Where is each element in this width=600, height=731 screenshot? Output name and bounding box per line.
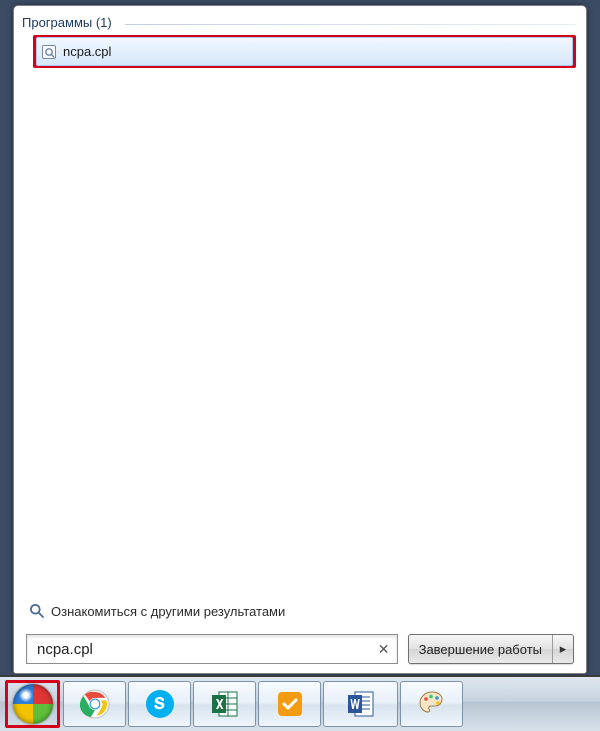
search-result-label: ncpa.cpl — [63, 44, 111, 59]
skype-icon — [144, 688, 176, 720]
start-menu-footer: ✕ Завершение работы ▸ — [26, 632, 574, 666]
chrome-button[interactable] — [63, 681, 126, 727]
search-result-ncpa[interactable]: ncpa.cpl — [33, 35, 576, 68]
search-input[interactable] — [35, 640, 375, 659]
search-box[interactable]: ✕ — [26, 634, 398, 664]
skype-button[interactable] — [128, 681, 191, 727]
shutdown-menu-arrow[interactable]: ▸ — [552, 635, 573, 663]
paint-icon — [416, 688, 448, 720]
excel-button[interactable] — [193, 681, 256, 727]
word-icon — [345, 688, 377, 720]
taskbar — [0, 675, 600, 731]
more-results-link[interactable]: Ознакомиться с другими результатами — [29, 603, 285, 619]
windows-orb-icon — [13, 684, 53, 724]
chrome-icon — [79, 688, 111, 720]
search-icon — [29, 603, 45, 619]
start-button-highlight — [5, 680, 60, 728]
more-results-label: Ознакомиться с другими результатами — [51, 604, 285, 619]
shutdown-button[interactable]: Завершение работы ▸ — [408, 634, 574, 664]
shutdown-label: Завершение работы — [409, 635, 552, 663]
word-button[interactable] — [323, 681, 398, 727]
clear-search-icon[interactable]: ✕ — [375, 640, 393, 658]
start-button[interactable] — [0, 677, 62, 731]
paint-button[interactable] — [400, 681, 463, 727]
control-panel-item-icon — [41, 44, 57, 60]
section-divider — [125, 24, 576, 25]
programs-section-header: Программы (1) — [22, 15, 112, 30]
sticky-notes-icon — [274, 688, 306, 720]
start-menu-panel: Программы (1) ncpa.cpl Ознакомиться с др… — [13, 5, 587, 674]
sticky-button[interactable] — [258, 681, 321, 727]
excel-icon — [209, 688, 241, 720]
